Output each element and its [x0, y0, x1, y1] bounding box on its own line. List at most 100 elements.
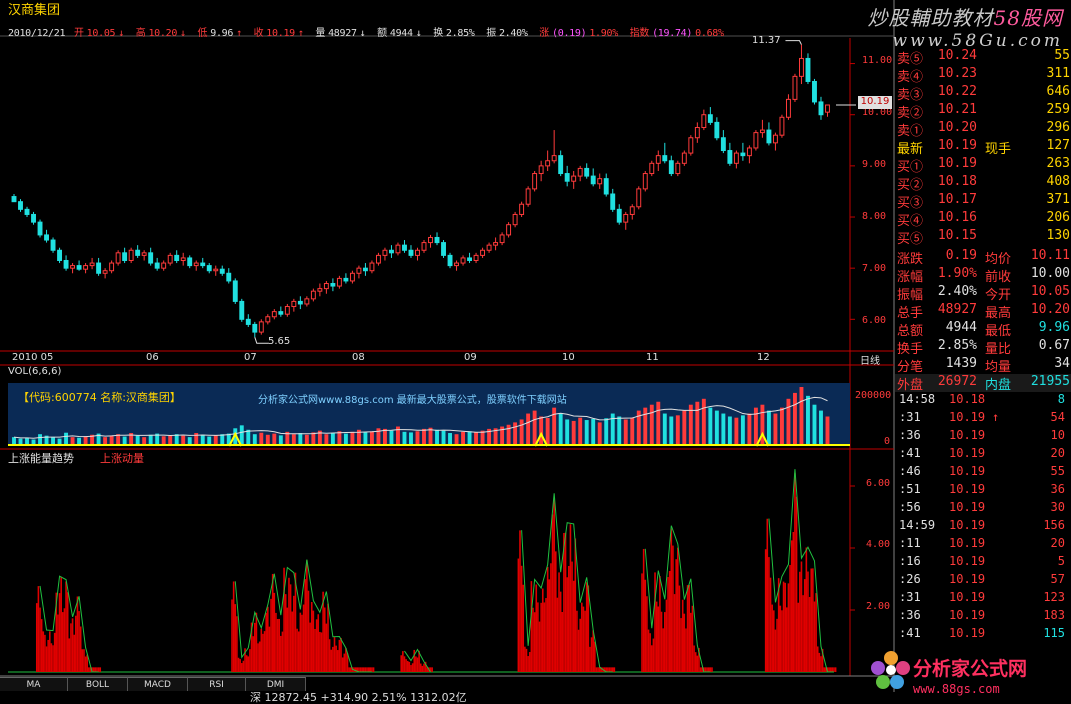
candle-body	[200, 262, 206, 267]
sell-level-1[interactable]: 卖① 10.20 296	[895, 120, 1071, 139]
sell-level-3[interactable]: 卖③ 10.22 646	[895, 84, 1071, 103]
candle-body	[662, 155, 668, 162]
candle-body	[564, 173, 570, 182]
latest-price-row[interactable]: 最新 10.19 现手 127	[895, 138, 1071, 157]
candle-body	[284, 306, 290, 315]
candle-body	[610, 193, 616, 210]
candle-body	[50, 239, 56, 251]
tick-price: 10.19	[949, 626, 986, 640]
sell-level-4[interactable]: 卖④ 10.23 311	[895, 66, 1071, 85]
stock-chart[interactable]	[0, 0, 895, 692]
candle-body	[187, 257, 193, 267]
volume-bar	[799, 387, 804, 446]
volume-bar	[435, 429, 439, 446]
candle-body	[584, 167, 590, 177]
tick-row: :36 10.19 183	[895, 608, 1071, 626]
buy-level-2[interactable]: 买② 10.18 408	[895, 174, 1071, 193]
candle-body	[428, 236, 433, 244]
turnover-value: 2.85%	[445, 28, 475, 39]
buy-label: 买③	[897, 196, 924, 211]
current-price-tag: 10.19	[858, 96, 892, 109]
index-pct: 0.68%	[695, 28, 724, 39]
candle-body	[141, 252, 147, 256]
indicator-panel-title[interactable]: 上涨能量趋势	[8, 450, 74, 466]
candle-body	[193, 262, 199, 267]
candle-body	[805, 57, 811, 82]
candle-body	[525, 188, 531, 205]
amount-label: 额	[377, 28, 387, 39]
volume-bar	[701, 398, 706, 446]
candle-body	[701, 114, 707, 129]
buy-level-1[interactable]: 买① 10.19 263	[895, 156, 1071, 175]
candle-body	[519, 203, 525, 215]
tick-price: 10.19	[949, 554, 986, 568]
high-value: 10.20	[148, 28, 178, 39]
tick-qty: 123	[1043, 590, 1065, 604]
tick-price: 10.19	[949, 482, 986, 496]
volume-bar	[539, 416, 544, 446]
stat-label: 今开	[985, 288, 1012, 303]
stat-value: 48927	[937, 302, 977, 317]
volume-bar	[350, 431, 355, 446]
buy-volume: 263	[1046, 156, 1070, 171]
candle-body	[759, 129, 765, 134]
period-label[interactable]: 日线	[860, 352, 880, 367]
candle-body	[239, 300, 245, 320]
volume-bar	[461, 431, 465, 446]
stat-value: 10.05	[1030, 284, 1070, 299]
tick-row: :26 10.19 57	[895, 572, 1071, 590]
tick-row: :11 10.19 20	[895, 536, 1071, 554]
volume-bar	[662, 413, 667, 446]
tab-ma[interactable]: MA	[0, 677, 68, 691]
volume-bar	[604, 418, 609, 446]
volume-bar	[415, 431, 420, 446]
candle-body	[362, 267, 368, 272]
stat-value: 9.96	[1038, 320, 1070, 335]
tick-qty: 55	[1050, 464, 1065, 478]
volume-bar	[513, 422, 518, 446]
sell-level-5[interactable]: 卖⑤ 10.24 55	[895, 48, 1071, 67]
candle-body	[772, 134, 778, 144]
volume-panel-title[interactable]: VOL(6,6,6)	[8, 366, 61, 377]
index-ticker[interactable]: 深 12872.45 +314.90 2.51% 1312.02亿	[250, 689, 467, 704]
candle-body	[799, 57, 804, 77]
candle-body	[415, 249, 420, 256]
stat-value: 0.19	[945, 248, 977, 263]
tab-rsi[interactable]: RSI	[188, 677, 246, 691]
candle-body	[408, 249, 414, 256]
candle-body	[616, 208, 622, 223]
volume-bar	[695, 401, 700, 446]
volume-bar	[649, 404, 654, 446]
volume-bar	[246, 429, 251, 446]
stat-row: 振幅 2.40% 今开 10.05	[895, 284, 1071, 303]
volume-bar	[708, 407, 713, 446]
buy-level-3[interactable]: 买③ 10.17 371	[895, 192, 1071, 211]
stock-name[interactable]: 汉商集团	[8, 0, 60, 18]
tick-row: :51 10.19 36	[895, 482, 1071, 500]
buy-price: 10.19	[937, 156, 977, 171]
down-arrow-icon: ↓	[180, 28, 186, 39]
candle-body	[11, 196, 17, 203]
tick-row: :36 10.19 10	[895, 428, 1071, 446]
candle-body	[532, 173, 538, 190]
tab-macd[interactable]: MACD	[128, 677, 188, 691]
candle-body	[24, 208, 30, 215]
watermark-brand-bottom: 分析家公式网	[913, 658, 1028, 680]
stat-label: 分笔	[897, 360, 924, 375]
sell-level-2[interactable]: 卖② 10.21 259	[895, 102, 1071, 121]
buy-level-4[interactable]: 买④ 10.16 206	[895, 210, 1071, 229]
date-axis-label: 11	[646, 352, 659, 363]
stat-label: 涨跌	[897, 252, 924, 267]
stat-value: 10.00	[1030, 266, 1070, 281]
candle-body	[512, 213, 518, 226]
price-axis-tick: 8.00	[862, 211, 887, 222]
date-axis-label: 06	[146, 352, 159, 363]
tab-boll[interactable]: BOLL	[68, 677, 128, 691]
index-change: (19.74)	[652, 28, 693, 39]
candle-body	[402, 244, 407, 251]
volume-code-banner: 【代码:600774 名称:汉商集团】	[18, 391, 181, 404]
buy-label: 买②	[897, 178, 924, 193]
buy-level-5[interactable]: 买⑤ 10.15 130	[895, 228, 1071, 247]
candle-body	[63, 259, 69, 269]
date-axis-label: 10	[562, 352, 575, 363]
